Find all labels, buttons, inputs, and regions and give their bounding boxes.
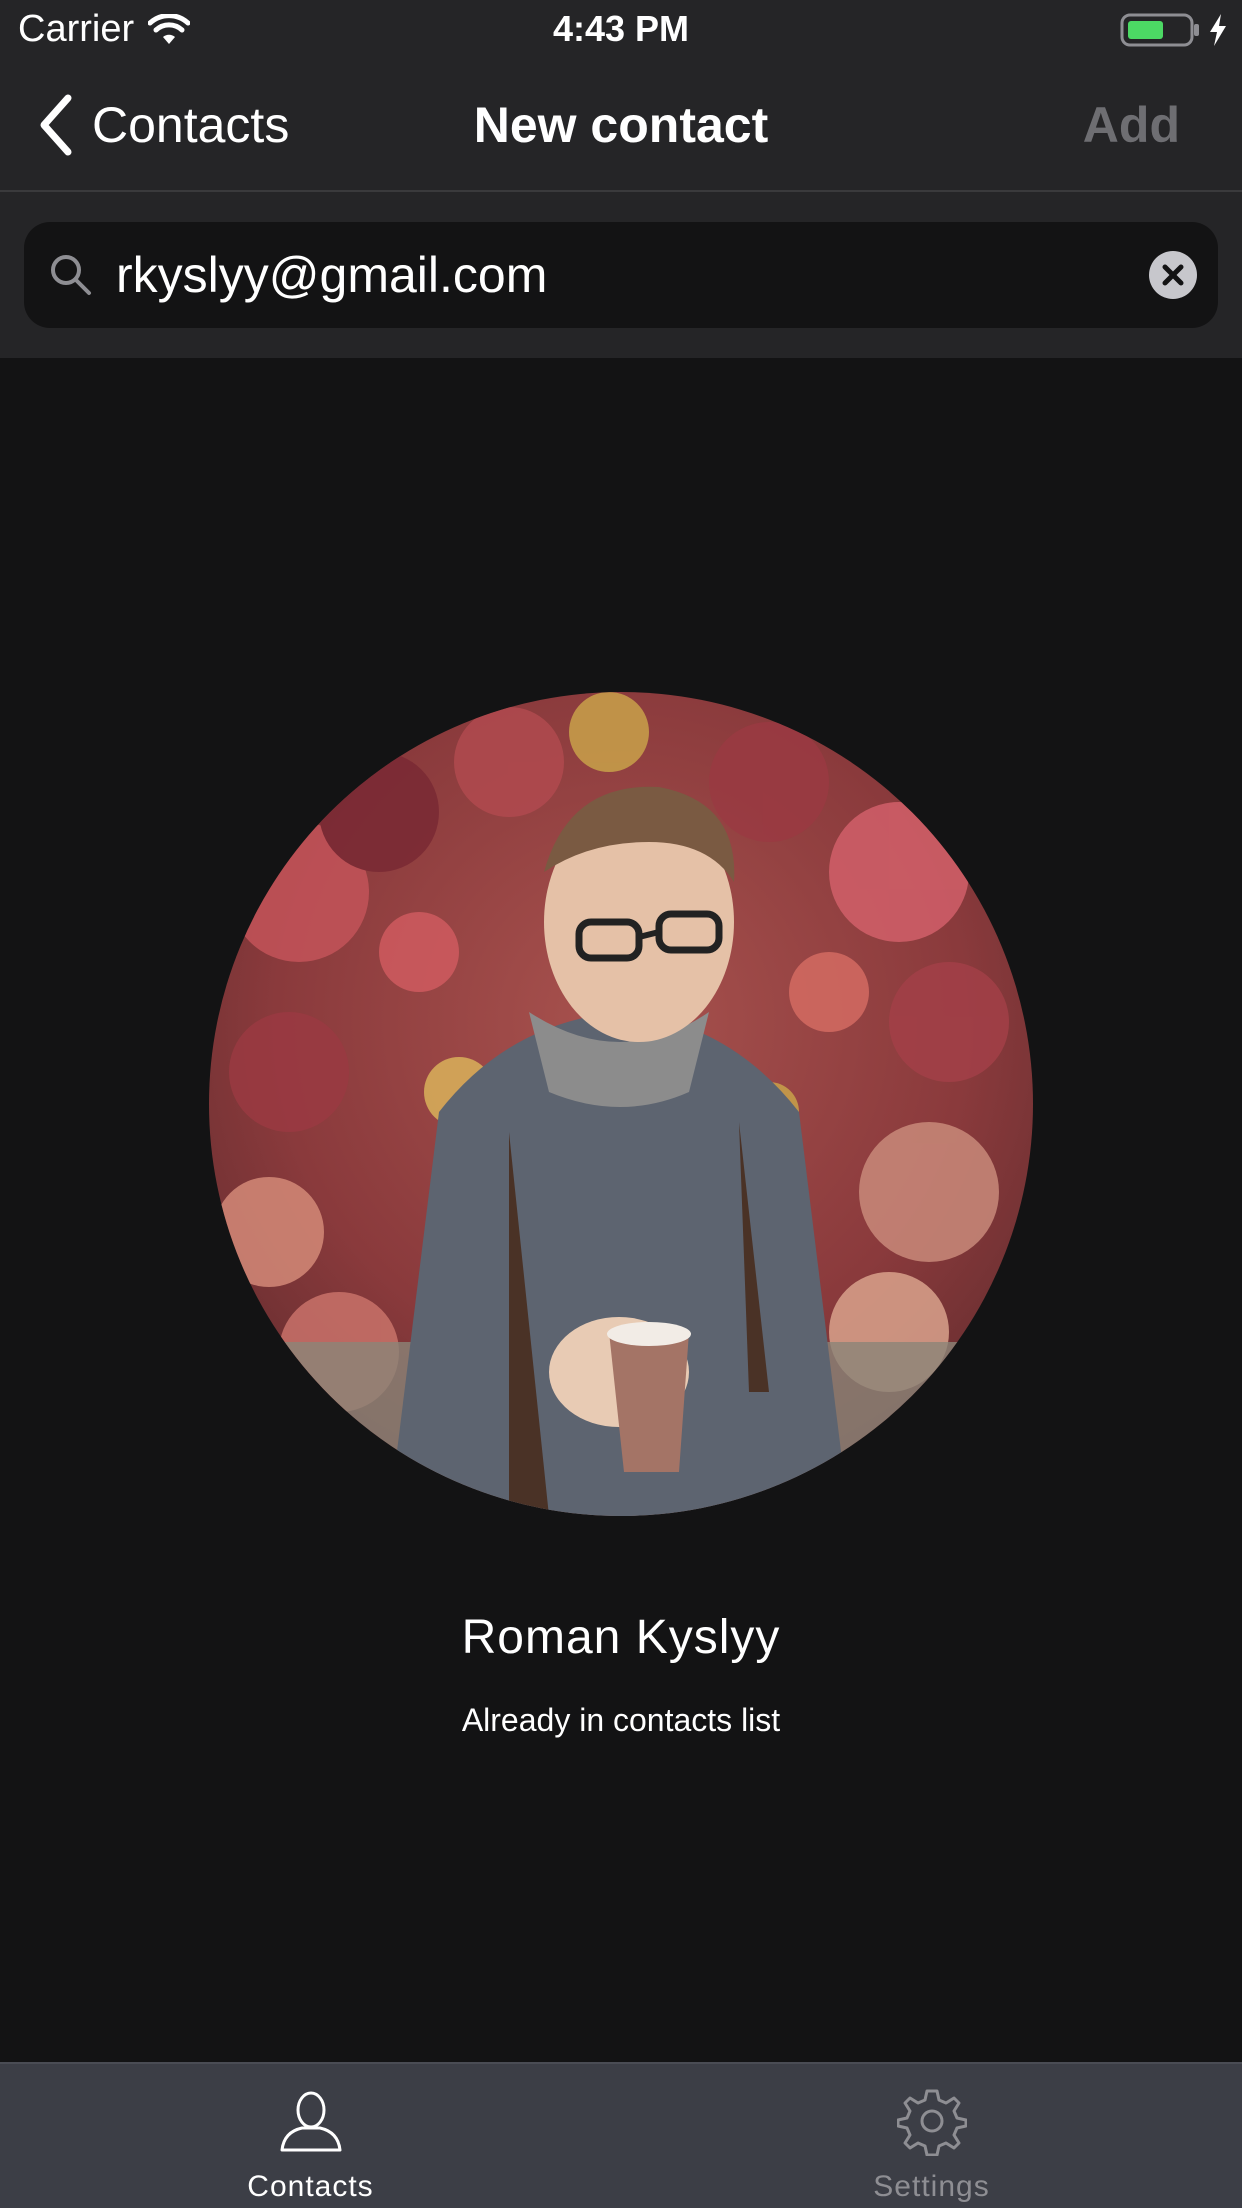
add-button[interactable]: Add — [1083, 96, 1180, 154]
tab-settings[interactable]: Settings — [621, 2064, 1242, 2208]
search-icon — [51, 255, 91, 295]
new-contact-screen: Carrier 4:43 PM Contacts New contact Add… — [0, 0, 1242, 2208]
gear-icon — [896, 2089, 967, 2156]
tab-bar: Contacts Settings — [0, 2062, 1242, 2208]
page-title: New contact — [473, 97, 769, 153]
person-icon — [280, 2091, 341, 2152]
battery-icon — [1120, 13, 1199, 47]
search-input[interactable] — [116, 246, 1148, 304]
clear-icon[interactable] — [1148, 250, 1198, 300]
contact-name: Roman Kyslyy — [461, 1611, 781, 1664]
search-field[interactable] — [24, 222, 1218, 328]
tab-contacts-label: Contacts — [247, 2170, 374, 2203]
tab-contacts[interactable]: Contacts — [0, 2064, 621, 2208]
contact-status: Already in contacts list — [461, 1702, 781, 1738]
status-bar: Carrier 4:43 PM — [0, 0, 1242, 60]
avatar-photo — [209, 692, 1033, 1516]
contact-avatar — [209, 692, 1033, 1516]
status-time: 4:43 PM — [552, 8, 690, 49]
navigation-bar: Contacts New contact Add — [0, 60, 1242, 192]
charging-bolt-icon — [1210, 14, 1226, 46]
search-bar — [0, 192, 1242, 358]
battery-indicator — [1120, 12, 1230, 48]
tab-settings-label: Settings — [873, 2170, 990, 2203]
